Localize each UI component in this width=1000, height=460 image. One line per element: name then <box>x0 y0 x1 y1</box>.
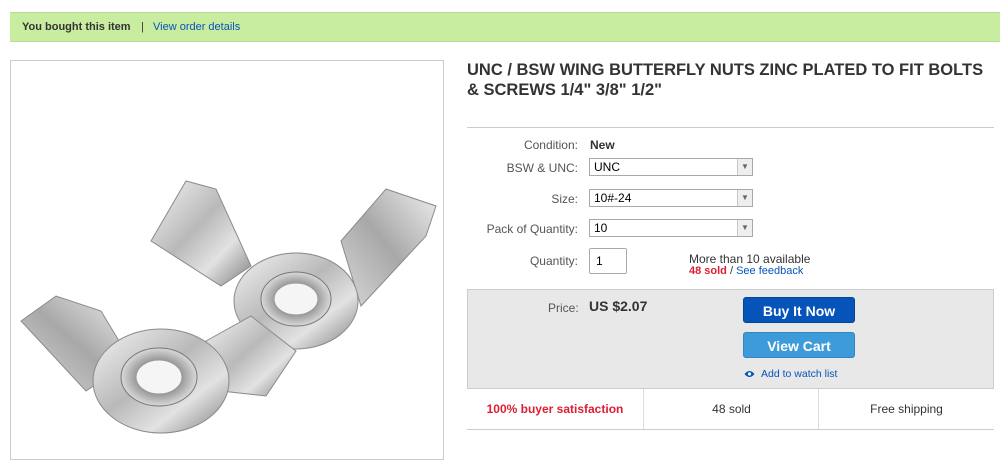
pack-quantity-select[interactable]: 10 ▼ <box>589 219 753 237</box>
title-divider <box>467 127 994 128</box>
eye-icon <box>744 371 755 378</box>
chevron-down-icon: ▼ <box>737 220 752 236</box>
view-cart-button[interactable]: View Cart <box>743 332 855 358</box>
price-label: Price: <box>548 301 579 315</box>
shipping-stat: Free shipping <box>818 389 994 429</box>
quantity-label: Quantity: <box>529 254 578 268</box>
purchase-banner: You bought this item | View order detail… <box>10 12 1000 42</box>
pack-quantity-label: Pack of Quantity: <box>486 222 578 236</box>
pack-quantity-selected: 10 <box>594 221 608 235</box>
add-to-watch-list-link[interactable]: Add to watch list <box>744 368 837 380</box>
seller-stats-row: 100% buyer satisfaction 48 sold Free shi… <box>467 388 994 429</box>
condition-label: Condition: <box>523 138 578 152</box>
buy-it-now-button[interactable]: Buy It Now <box>743 297 855 323</box>
sold-separator: / <box>726 265 737 277</box>
size-select[interactable]: 10#-24 ▼ <box>589 189 753 207</box>
bsw-unc-selected: UNC <box>594 160 620 174</box>
chevron-down-icon: ▼ <box>737 190 752 206</box>
watch-list-label: Add to watch list <box>761 368 838 380</box>
product-title: UNC / BSW WING BUTTERFLY NUTS ZINC PLATE… <box>467 61 984 99</box>
sold-stat: 48 sold <box>643 389 819 429</box>
size-selected: 10#-24 <box>594 191 632 205</box>
see-feedback-link[interactable]: See feedback <box>736 265 803 277</box>
bsw-unc-label: BSW & UNC: <box>506 161 578 175</box>
banner-separator: | <box>141 21 144 33</box>
product-image[interactable] <box>10 60 444 460</box>
bsw-unc-select[interactable]: UNC ▼ <box>589 158 753 176</box>
size-label: Size: <box>551 192 578 206</box>
price-value: US $2.07 <box>589 298 648 314</box>
buyer-satisfaction: 100% buyer satisfaction <box>486 402 624 416</box>
quantity-input[interactable] <box>589 248 627 274</box>
sold-feedback-line: 48 sold / See feedback <box>689 265 803 277</box>
availability-text: More than 10 available <box>689 252 811 266</box>
bought-notice: You bought this item <box>22 21 131 33</box>
condition-value: New <box>590 138 615 152</box>
sold-count: 48 sold <box>689 265 727 277</box>
wing-nut-illustration <box>20 180 437 434</box>
view-order-details-link[interactable]: View order details <box>153 13 240 41</box>
chevron-down-icon: ▼ <box>737 159 752 175</box>
